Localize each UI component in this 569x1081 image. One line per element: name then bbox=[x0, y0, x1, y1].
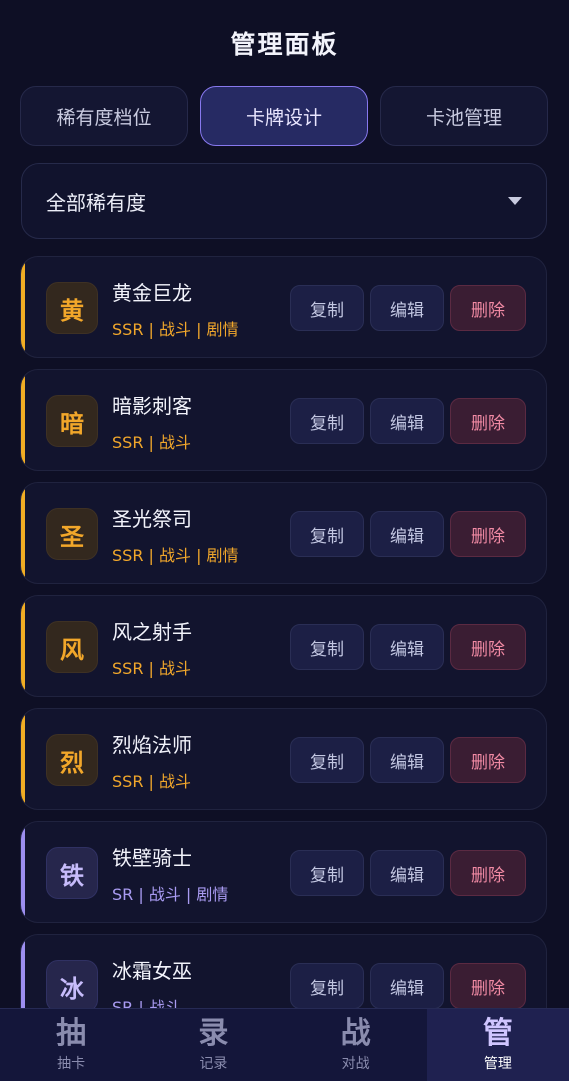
card-item: 冰 冰霜女巫 SR | 战斗 复制 编辑 删除 bbox=[20, 934, 547, 1008]
tab-pool-management[interactable]: 卡池管理 bbox=[380, 86, 548, 146]
copy-button[interactable]: 复制 bbox=[290, 285, 364, 331]
bottom-nav: 抽 抽卡 录 记录 战 对战 管 管理 bbox=[0, 1008, 569, 1081]
nav-label: 抽卡 bbox=[57, 1056, 86, 1072]
nav-label: 记录 bbox=[199, 1056, 228, 1072]
card-name: 暗影刺客 bbox=[112, 394, 192, 418]
delete-button[interactable]: 删除 bbox=[450, 737, 526, 783]
rarity-filter-value: 全部稀有度 bbox=[46, 190, 146, 215]
nav-item-records[interactable]: 录 记录 bbox=[142, 1009, 284, 1081]
card-tags: SSR | 战斗 bbox=[112, 772, 191, 791]
card-item: 黄 黄金巨龙 SSR | 战斗 | 剧情 复制 编辑 删除 bbox=[20, 256, 547, 358]
card-list[interactable]: 黄 黄金巨龙 SSR | 战斗 | 剧情 复制 编辑 删除 暗 暗影刺客 SSR… bbox=[20, 256, 548, 1008]
edit-button[interactable]: 编辑 bbox=[370, 511, 444, 557]
card-name: 烈焰法师 bbox=[112, 733, 192, 757]
copy-button[interactable]: 复制 bbox=[290, 511, 364, 557]
tab-card-design[interactable]: 卡牌设计 bbox=[200, 86, 368, 146]
edit-button[interactable]: 编辑 bbox=[370, 850, 444, 896]
rarity-accent-bar bbox=[21, 370, 25, 470]
edit-button[interactable]: 编辑 bbox=[370, 285, 444, 331]
caret-down-icon bbox=[508, 197, 522, 205]
card-tags: SSR | 战斗 | 剧情 bbox=[112, 546, 239, 565]
delete-button[interactable]: 删除 bbox=[450, 511, 526, 557]
card-avatar: 烈 bbox=[46, 734, 98, 786]
delete-button[interactable]: 删除 bbox=[450, 285, 526, 331]
copy-button[interactable]: 复制 bbox=[290, 398, 364, 444]
card-avatar: 铁 bbox=[46, 847, 98, 899]
delete-button[interactable]: 删除 bbox=[450, 850, 526, 896]
battle-icon: 战 bbox=[340, 1016, 371, 1051]
draw-icon: 抽 bbox=[56, 1016, 87, 1051]
card-avatar: 暗 bbox=[46, 395, 98, 447]
card-tags: SR | 战斗 bbox=[112, 998, 181, 1008]
edit-button[interactable]: 编辑 bbox=[370, 398, 444, 444]
card-item: 铁 铁壁骑士 SR | 战斗 | 剧情 复制 编辑 删除 bbox=[20, 821, 547, 923]
copy-button[interactable]: 复制 bbox=[290, 850, 364, 896]
nav-label: 对战 bbox=[341, 1056, 370, 1072]
page-title: 管理面板 bbox=[230, 30, 339, 59]
rarity-accent-bar bbox=[21, 257, 25, 357]
rarity-filter-select[interactable]: 全部稀有度 bbox=[21, 163, 547, 239]
manage-icon: 管 bbox=[482, 1016, 513, 1051]
rarity-accent-bar bbox=[21, 709, 25, 809]
card-item: 风 风之射手 SSR | 战斗 复制 编辑 删除 bbox=[20, 595, 547, 697]
card-tags: SSR | 战斗 bbox=[112, 433, 191, 452]
edit-button[interactable]: 编辑 bbox=[370, 624, 444, 670]
rarity-accent-bar bbox=[21, 935, 25, 1008]
nav-item-manage[interactable]: 管 管理 bbox=[426, 1009, 569, 1081]
card-name: 黄金巨龙 bbox=[112, 281, 192, 305]
rarity-accent-bar bbox=[21, 822, 25, 922]
card-avatar: 黄 bbox=[46, 282, 98, 334]
nav-item-draw[interactable]: 抽 抽卡 bbox=[0, 1009, 142, 1081]
tab-rarity-tiers[interactable]: 稀有度档位 bbox=[20, 86, 188, 146]
card-name: 铁壁骑士 bbox=[112, 846, 192, 870]
card-avatar: 圣 bbox=[46, 508, 98, 560]
card-item: 暗 暗影刺客 SSR | 战斗 复制 编辑 删除 bbox=[20, 369, 547, 471]
copy-button[interactable]: 复制 bbox=[290, 963, 364, 1008]
delete-button[interactable]: 删除 bbox=[450, 624, 526, 670]
copy-button[interactable]: 复制 bbox=[290, 624, 364, 670]
card-avatar: 冰 bbox=[46, 960, 98, 1008]
card-item: 烈 烈焰法师 SSR | 战斗 复制 编辑 删除 bbox=[20, 708, 547, 810]
delete-button[interactable]: 删除 bbox=[450, 398, 526, 444]
card-name: 冰霜女巫 bbox=[112, 959, 192, 983]
card-name: 风之射手 bbox=[112, 620, 192, 644]
rarity-accent-bar bbox=[21, 596, 25, 696]
rarity-accent-bar bbox=[21, 483, 25, 583]
card-item: 圣 圣光祭司 SSR | 战斗 | 剧情 复制 编辑 删除 bbox=[20, 482, 547, 584]
nav-label: 管理 bbox=[483, 1056, 512, 1072]
card-avatar: 风 bbox=[46, 621, 98, 673]
edit-button[interactable]: 编辑 bbox=[370, 963, 444, 1008]
card-tags: SSR | 战斗 | 剧情 bbox=[112, 320, 239, 339]
records-icon: 录 bbox=[198, 1016, 229, 1051]
card-tags: SSR | 战斗 bbox=[112, 659, 191, 678]
card-name: 圣光祭司 bbox=[112, 507, 192, 531]
delete-button[interactable]: 删除 bbox=[450, 963, 526, 1008]
nav-item-battle[interactable]: 战 对战 bbox=[285, 1009, 427, 1081]
tab-bar: 稀有度档位 卡牌设计 卡池管理 bbox=[20, 86, 548, 146]
copy-button[interactable]: 复制 bbox=[290, 737, 364, 783]
edit-button[interactable]: 编辑 bbox=[370, 737, 444, 783]
card-tags: SR | 战斗 | 剧情 bbox=[112, 885, 229, 904]
